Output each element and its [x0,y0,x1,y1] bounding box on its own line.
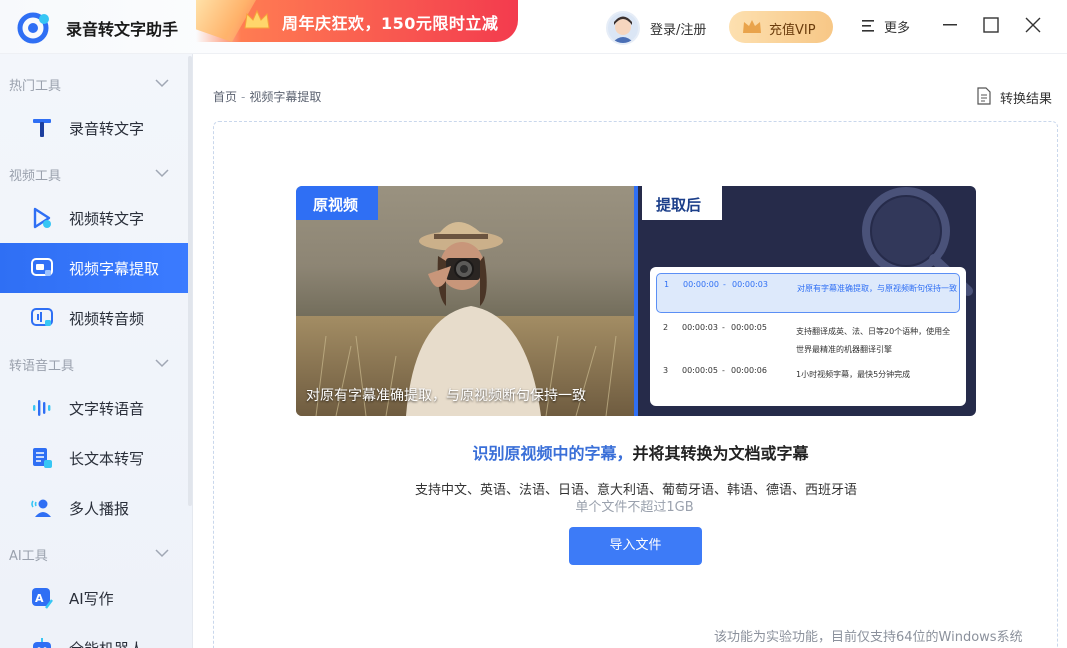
chevron-up-icon [155,359,169,368]
subtitle-list: 1 00:00:00 - 00:00:03 对原有字幕准确提取，与原视频断句保持… [650,267,966,406]
sidebar-scrollbar[interactable] [188,56,192,506]
subtitle-row: 1 00:00:00 - 00:00:03 对原有字幕准确提取，与原视频断句保持… [656,273,960,313]
breadcrumb-home[interactable]: 首页 [213,90,237,104]
sidebar-item-label: 视频字幕提取 [69,260,160,278]
sidebar-item-robot[interactable]: 全能机器人 [0,623,188,648]
headline-rest: 并将其转换为文档或字幕 [632,444,809,463]
group-label: AI工具 [9,549,48,564]
group-label: 转语音工具 [9,359,75,374]
sidebar-item-video-to-audio[interactable]: 视频转音频 [0,293,188,343]
group-header-ai-tools[interactable]: AI工具 [0,538,188,568]
subtitle-start: 00:00:05 [682,366,718,375]
conversion-results-button[interactable]: 转换结果 [976,86,1060,107]
close-icon[interactable] [1020,12,1046,38]
sidebar-item-ai-writing[interactable]: A AI写作 [0,573,188,623]
minimize-icon[interactable] [937,12,963,38]
sidebar: 热门工具 录音转文字 视频工具 视频转文字 视频字幕提取 视频转音频 转语音工具… [0,54,193,648]
more-menu-button[interactable]: 更多 [860,16,920,36]
recharge-vip-button[interactable]: 充值VIP [729,11,833,43]
breadcrumb-separator: - [241,90,246,104]
sidebar-item-label: 全能机器人 [69,638,144,648]
app-name: 录音转文字助手 [66,20,179,39]
photo-illustration [296,222,636,416]
vip-label: 充值VIP [769,23,816,38]
chevron-up-icon [155,169,169,178]
headline-highlight: 识别原视频中的字幕， [472,444,633,463]
group-header-hot-tools[interactable]: 热门工具 [0,68,188,98]
title-bar: 录音转文字助手 周年庆狂欢，150元限时立减 登录/注册 充值VIP 更多 [0,0,1067,54]
subtitle-end: 00:00:03 [732,280,768,289]
conversion-results-label: 转换结果 [1000,92,1053,107]
video-caption: 对原有字幕准确提取，与原视频断句保持一致 [306,388,586,404]
video-audio-icon [31,308,53,326]
experimental-note: 该功能为实验功能，目前仅支持64位的Windows系统 [714,630,1023,645]
sidebar-item-video-to-text[interactable]: 视频转文字 [0,193,188,243]
subtitle-text: 1小时视频字幕，最快5分钟完成 [796,370,911,379]
breadcrumb-current: 视频字幕提取 [249,90,322,104]
breadcrumb: 首页 - 视频字幕提取 [213,88,321,105]
subtitle-dash: - [722,323,725,332]
subtitle-number: 2 [663,323,669,332]
subtitle-text: 支持翻译成英、法、日等20个语种，使用全世界最精准的机器翻译引擎 [796,327,951,354]
sidebar-item-label: 录音转文字 [69,120,145,138]
group-header-speech-tools[interactable]: 转语音工具 [0,348,188,378]
subtitle-start: 00:00:03 [682,323,718,332]
extracted-tag: 提取后 [642,186,722,220]
vip-crown-icon [743,20,761,33]
original-video-image: 原视频 对原有字幕准确提取，与原视频断句保持一致 [296,186,636,416]
subtitle-start: 00:00:00 [683,280,719,289]
sidebar-item-text-to-speech[interactable]: 文字转语音 [0,383,188,433]
demo-preview: 原视频 对原有字幕准确提取，与原视频断句保持一致 提取后 1 00:00:00 … [296,186,976,416]
video-play-icon [33,207,51,229]
sound-wave-icon [33,400,51,416]
file-size-limit: 单个文件不超过1GB [575,500,694,515]
login-register-link[interactable]: 登录/注册 [650,19,706,38]
app-logo-icon [17,12,49,44]
subtitle-number: 3 [663,366,669,375]
svg-text:A: A [35,592,44,605]
subtitle-dash: - [722,366,725,375]
feature-headline: 识别原视频中的字幕，并将其转换为文档或字幕 [0,440,1067,464]
avatar[interactable] [606,11,640,45]
group-label: 热门工具 [9,79,62,94]
subtitle-row: 2 00:00:03 - 00:00:05 支持翻译成英、法、日等20个语种，使… [656,317,960,357]
maximize-icon[interactable] [978,12,1004,38]
subtitle-text: 对原有字幕准确提取，与原视频断句保持一致 [797,284,957,293]
original-video-tag: 原视频 [296,186,378,220]
robot-icon [33,638,51,648]
subtitle-end: 00:00:05 [731,323,767,332]
document-icon [977,87,991,105]
sidebar-item-label: AI写作 [69,590,114,608]
subtitle-end: 00:00:06 [731,366,767,375]
subtitle-number: 1 [664,280,670,289]
t-letter-icon [33,119,51,137]
sidebar-item-subtitle-extract[interactable]: 视频字幕提取 [0,243,188,293]
sidebar-item-label: 视频转音频 [69,310,145,328]
subtitle-extract-icon [31,258,53,276]
promo-text: 周年庆狂欢，150元限时立减 [282,14,499,33]
sidebar-item-label: 视频转文字 [69,210,145,228]
promo-banner[interactable]: 周年庆狂欢，150元限时立减 [196,0,518,42]
chevron-up-icon [155,79,169,88]
group-label: 视频工具 [9,169,62,184]
sidebar-item-label: 文字转语音 [69,400,145,418]
menu-icon [862,20,874,32]
group-header-video-tools[interactable]: 视频工具 [0,158,188,188]
user-face-icon [612,16,634,43]
more-label: 更多 [884,21,911,36]
sidebar-item-audio-to-text[interactable]: 录音转文字 [0,103,188,153]
crown-icon [244,9,270,29]
import-file-button[interactable]: 导入文件 [569,527,702,565]
subtitle-row: 3 00:00:05 - 00:00:06 1小时视频字幕，最快5分钟完成 [656,360,960,400]
ai-write-icon: A [32,588,53,609]
chevron-up-icon [155,549,169,558]
subtitle-dash: - [723,280,726,289]
extracted-preview: 提取后 1 00:00:00 - 00:00:03 对原有字幕准确提取，与原视频… [638,186,976,416]
